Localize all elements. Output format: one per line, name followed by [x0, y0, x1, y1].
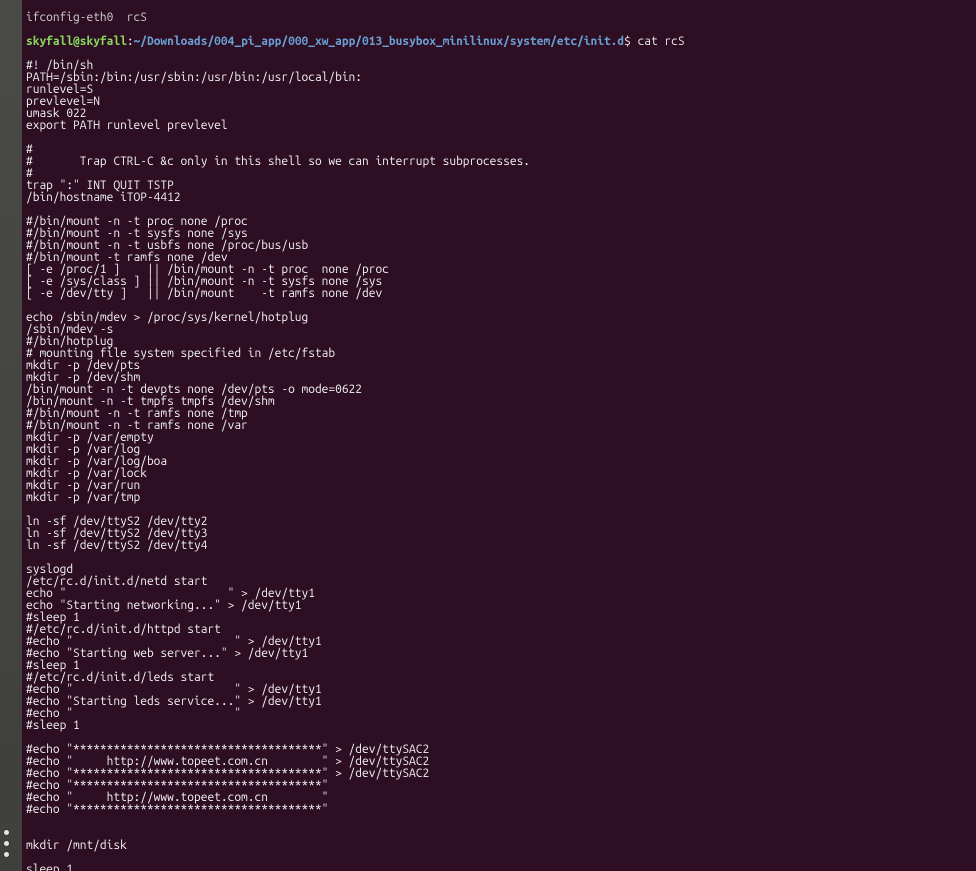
output-line: [ -e /dev/tty ] || /bin/mount -t ramfs n…: [26, 288, 972, 300]
output-line: [26, 828, 972, 840]
prompt-line: skyfall@skyfall:~/Downloads/004_pi_app/0…: [26, 36, 972, 48]
output-line: #echo "*********************************…: [26, 804, 972, 816]
terminal-pane[interactable]: ifconfig-eth0 rcS skyfall@skyfall:~/Down…: [22, 0, 976, 871]
output-line: [26, 816, 972, 828]
output-line: runlevel=S: [26, 84, 972, 96]
output-line: mkdir -p /var/run: [26, 480, 972, 492]
prompt-cwd: ~/Downloads/004_pi_app/000_xw_app/013_bu…: [134, 35, 625, 48]
launcher-pip: [4, 830, 9, 835]
previous-command-tail: ifconfig-eth0 rcS: [26, 12, 972, 24]
launcher-pip: [4, 852, 9, 857]
output-line: sleep 1: [26, 864, 972, 871]
output-line: [26, 132, 972, 144]
typed-command: cat rcS: [631, 35, 685, 48]
output-line: #echo " ": [26, 708, 972, 720]
unity-launcher[interactable]: [0, 0, 22, 871]
output-line: # mounting file system specified in /etc…: [26, 348, 972, 360]
output-line: mkdir /mnt/disk: [26, 840, 972, 852]
output-line: mkdir -p /var/empty: [26, 432, 972, 444]
output-line: /bin/hostname iTOP-4412: [26, 192, 972, 204]
output-line: mkdir -p /var/lock: [26, 468, 972, 480]
output-line: [26, 852, 972, 864]
launcher-pip: [4, 841, 9, 846]
prompt-user-host: skyfall@skyfall: [26, 35, 127, 48]
output-line: #/bin/mount -n -t ramfs none /var: [26, 420, 972, 432]
terminal-output: #! /bin/shPATH=/sbin:/bin:/usr/sbin:/usr…: [26, 60, 972, 871]
output-line: mkdir -p /var/tmp: [26, 492, 972, 504]
output-line: #sleep 1: [26, 720, 972, 732]
prompt-colon: :: [127, 35, 134, 48]
output-line: PATH=/sbin:/bin:/usr/sbin:/usr/bin:/usr/…: [26, 72, 972, 84]
output-line: ln -sf /dev/ttyS2 /dev/tty4: [26, 540, 972, 552]
output-line: echo "Starting networking..." > /dev/tty…: [26, 600, 972, 612]
output-line: mkdir -p /var/log: [26, 444, 972, 456]
prompt-dollar: $: [624, 35, 631, 48]
output-line: export PATH runlevel prevlevel: [26, 120, 972, 132]
output-line: #echo "Starting web server..." > /dev/tt…: [26, 648, 972, 660]
output-line: echo /sbin/mdev > /proc/sys/kernel/hotpl…: [26, 312, 972, 324]
output-line: [26, 552, 972, 564]
output-line: mkdir -p /var/log/boa: [26, 456, 972, 468]
output-line: prevlevel=N: [26, 96, 972, 108]
output-line: mkdir -p /dev/pts: [26, 360, 972, 372]
output-line: /sbin/mdev -s: [26, 324, 972, 336]
output-line: # Trap CTRL-C &c only in this shell so w…: [26, 156, 972, 168]
